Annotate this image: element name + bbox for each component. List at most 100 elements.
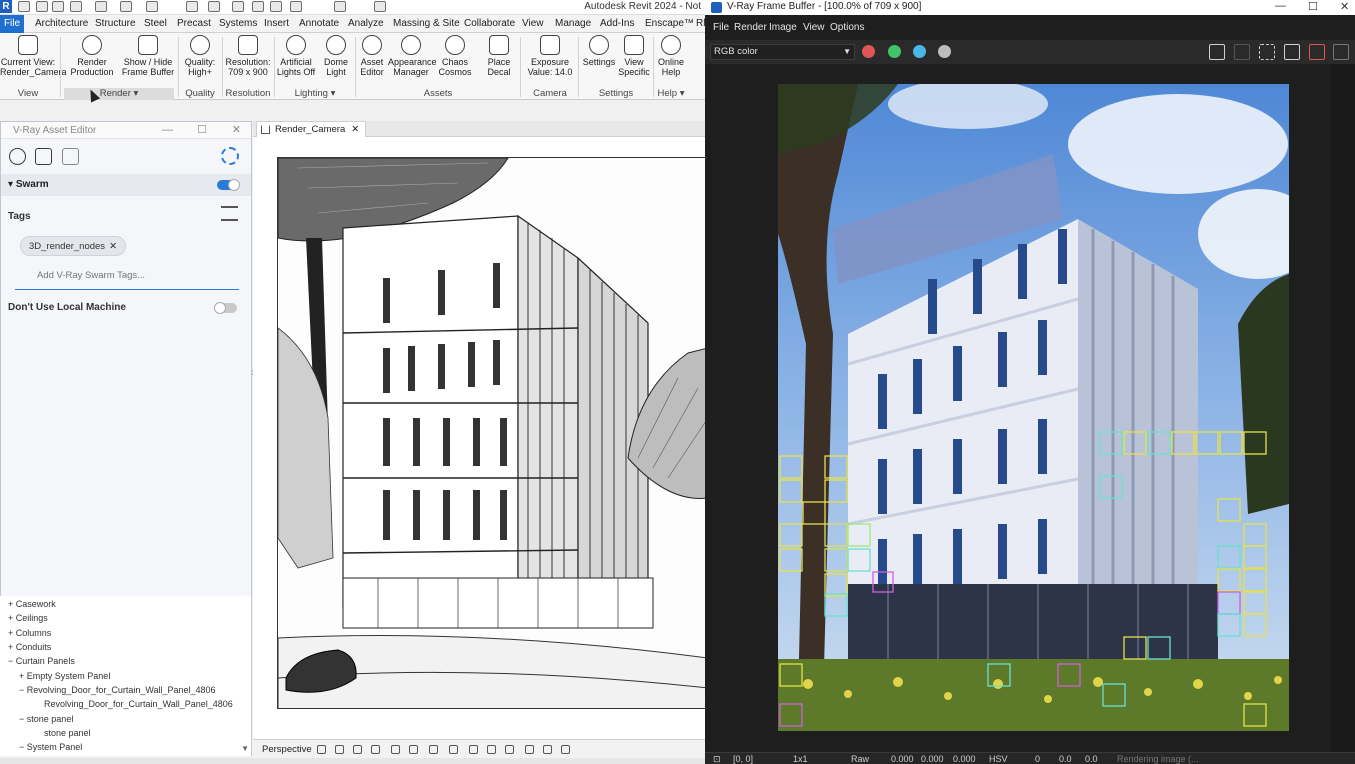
close-icon[interactable]: ✕ bbox=[232, 122, 241, 139]
tree-item[interactable]: + Conduits bbox=[8, 642, 51, 652]
swarm-tags-input[interactable] bbox=[15, 262, 239, 290]
print-icon[interactable] bbox=[146, 1, 158, 12]
menu-view[interactable]: View bbox=[803, 22, 825, 33]
group-label-render[interactable]: Render ▾ bbox=[64, 88, 174, 100]
tree-item[interactable]: Revolving_Door_for_Curtain_Wall_Panel_48… bbox=[44, 699, 233, 709]
analytical-icon[interactable] bbox=[543, 745, 552, 754]
zoom-select[interactable]: 1x1 bbox=[793, 754, 808, 764]
close-icon[interactable]: ✕ bbox=[1340, 0, 1349, 13]
tree-item[interactable]: − System Panel bbox=[19, 742, 82, 752]
tab-steel[interactable]: Steel bbox=[142, 15, 169, 33]
render-preview-image[interactable] bbox=[778, 84, 1289, 731]
tab-systems[interactable]: Systems bbox=[217, 15, 259, 33]
group-label-help[interactable]: Help ▾ bbox=[654, 88, 688, 100]
tree-item[interactable]: + Empty System Panel bbox=[19, 671, 110, 681]
hide-isolate-icon[interactable] bbox=[469, 745, 478, 754]
save-icon[interactable] bbox=[52, 1, 64, 12]
undo-icon[interactable] bbox=[95, 1, 107, 12]
tab-add-ins[interactable]: Add-Ins bbox=[598, 15, 636, 33]
menu-render[interactable]: Render bbox=[734, 22, 767, 33]
color-mode-select[interactable]: HSV bbox=[989, 754, 1008, 764]
3d-view-icon[interactable] bbox=[270, 1, 282, 12]
tree-item[interactable]: − Curtain Panels bbox=[8, 656, 75, 666]
temporary-properties-icon[interactable] bbox=[505, 745, 514, 754]
asset-editor-button[interactable]: Asset Editor bbox=[356, 35, 388, 77]
geometry-icon[interactable] bbox=[35, 148, 52, 165]
switch-windows-icon[interactable] bbox=[374, 1, 386, 12]
materials-icon[interactable] bbox=[9, 148, 26, 165]
tree-item[interactable]: + Columns bbox=[8, 628, 51, 638]
quality-button[interactable]: Quality: High+ bbox=[180, 35, 220, 77]
tag-icon[interactable] bbox=[232, 1, 244, 12]
appearance-manager-button[interactable]: Appearance Manager bbox=[388, 35, 437, 77]
show-crop-icon[interactable] bbox=[429, 745, 438, 754]
render-icon[interactable] bbox=[391, 745, 400, 754]
revit-viewport[interactable] bbox=[253, 137, 705, 739]
stop-render-icon[interactable] bbox=[1309, 44, 1325, 60]
remove-tag-icon[interactable]: ✕ bbox=[109, 241, 117, 252]
measure-icon[interactable] bbox=[186, 1, 198, 12]
tab-precast[interactable]: Precast bbox=[175, 15, 213, 33]
worksharing-icon[interactable] bbox=[525, 745, 534, 754]
tab-view[interactable]: View bbox=[520, 15, 546, 33]
menu-image[interactable]: Image bbox=[769, 22, 797, 33]
close-icon[interactable]: ✕ bbox=[351, 124, 359, 135]
constraints-icon[interactable] bbox=[561, 745, 570, 754]
show-hide-frame-buffer-button[interactable]: Show / Hide Frame Buffer bbox=[120, 35, 176, 77]
online-help-button[interactable]: Online Help bbox=[654, 35, 688, 77]
sun-path-icon[interactable] bbox=[353, 745, 362, 754]
scroll-down-icon[interactable]: ▼ bbox=[241, 744, 249, 753]
tree-item[interactable]: + Casework bbox=[8, 599, 56, 609]
textures-icon[interactable] bbox=[62, 148, 79, 165]
view-specific-button[interactable]: View Specific bbox=[617, 35, 651, 77]
shadows-icon[interactable] bbox=[371, 745, 380, 754]
resolution-button[interactable]: Resolution: 709 x 900 bbox=[223, 35, 273, 77]
redo-icon[interactable] bbox=[120, 1, 132, 12]
minimize-icon[interactable]: — bbox=[162, 122, 173, 139]
hidden-line-3d-view[interactable] bbox=[277, 157, 705, 709]
menu-file[interactable]: File bbox=[713, 22, 729, 33]
tab-insert[interactable]: Insert bbox=[262, 15, 291, 33]
tab-massing-site[interactable]: Massing & Site bbox=[391, 15, 462, 33]
crop-view-icon[interactable] bbox=[409, 745, 418, 754]
render-production-button[interactable]: Render Production bbox=[66, 35, 118, 77]
region-render-icon[interactable] bbox=[1259, 44, 1275, 60]
maximize-icon[interactable]: ☐ bbox=[197, 122, 207, 139]
swarm-section-header[interactable]: ▾ Swarm bbox=[1, 174, 251, 196]
chaos-cosmos-button[interactable]: Chaos Cosmos bbox=[436, 35, 474, 77]
tab-architecture[interactable]: Architecture bbox=[33, 15, 90, 33]
tab-file[interactable]: File bbox=[0, 15, 24, 33]
open-icon[interactable] bbox=[36, 1, 48, 12]
tree-item[interactable]: stone panel bbox=[44, 728, 91, 738]
render-channel-select[interactable]: RGB color ▼ bbox=[710, 44, 855, 60]
dont-use-local-toggle[interactable] bbox=[214, 302, 237, 314]
group-label-lighting[interactable]: Lighting ▾ bbox=[278, 88, 352, 100]
place-decal-button[interactable]: Place Decal bbox=[482, 35, 516, 77]
section-icon[interactable] bbox=[290, 1, 302, 12]
render-icon[interactable] bbox=[1333, 44, 1349, 60]
list-icon[interactable] bbox=[221, 206, 238, 221]
gear-icon[interactable] bbox=[221, 147, 239, 165]
reveal-hidden-icon[interactable] bbox=[487, 745, 496, 754]
detail-level-icon[interactable] bbox=[317, 745, 326, 754]
swarm-toggle[interactable] bbox=[217, 179, 240, 191]
exposure-value-button[interactable]: Exposure Value: 14.0 bbox=[524, 35, 576, 77]
text-icon[interactable] bbox=[252, 1, 264, 12]
export-icon[interactable] bbox=[1234, 44, 1250, 60]
thin-lines-icon[interactable] bbox=[334, 1, 346, 12]
lock-icon[interactable]: ⊡ bbox=[713, 754, 721, 764]
tab-analyze[interactable]: Analyze bbox=[346, 15, 386, 33]
tree-item[interactable]: − stone panel bbox=[19, 714, 73, 724]
maximize-icon[interactable]: ☐ bbox=[1308, 0, 1318, 13]
tab-enscape[interactable]: Enscape™ bbox=[643, 15, 696, 33]
tag-chip[interactable]: 3D_render_nodes ✕ bbox=[20, 236, 127, 256]
red-channel-button[interactable] bbox=[862, 45, 875, 58]
vfb-side-panel[interactable] bbox=[1331, 64, 1355, 754]
lock-view-icon[interactable] bbox=[449, 745, 458, 754]
alpha-channel-button[interactable] bbox=[938, 45, 951, 58]
tree-item[interactable]: − Revolving_Door_for_Curtain_Wall_Panel_… bbox=[19, 685, 216, 695]
tree-item[interactable]: + Ceilings bbox=[8, 613, 48, 623]
tab-collaborate[interactable]: Collaborate bbox=[462, 15, 517, 33]
settings-button[interactable]: Settings bbox=[580, 35, 618, 67]
tab-structure[interactable]: Structure bbox=[93, 15, 138, 33]
